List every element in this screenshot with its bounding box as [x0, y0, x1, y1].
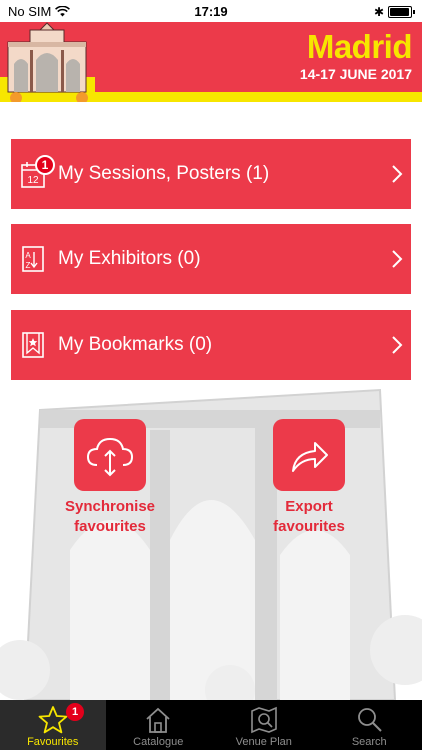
synchronise-favourites-button[interactable]: Synchronise favourites — [35, 419, 185, 537]
event-dates: 14-17 JUNE 2017 — [299, 66, 412, 82]
chevron-right-icon — [392, 250, 403, 268]
puerta-de-alcala-logo — [0, 22, 95, 102]
chevron-right-icon — [392, 336, 403, 354]
exhibitor-list-icon: A Z — [22, 246, 44, 272]
menu-row-sessions[interactable]: 12 1 My Sessions, Posters (1) — [11, 139, 411, 209]
chevron-right-icon — [392, 165, 403, 183]
tab-bar: 1 Favourites Catalogue Venue Plan Search — [0, 700, 422, 750]
bookmark-icon — [22, 332, 44, 358]
tab-label: Catalogue — [133, 736, 184, 748]
status-time: 17:19 — [194, 4, 228, 19]
menu-row-bookmarks[interactable]: My Bookmarks (0) — [11, 310, 411, 380]
export-tile[interactable] — [273, 419, 345, 491]
star-icon — [38, 706, 68, 734]
sync-tile[interactable] — [74, 419, 146, 491]
svg-text:12: 12 — [27, 175, 39, 186]
export-favourites-button[interactable]: Export favourites — [234, 419, 384, 537]
export-caption-line1: Export — [285, 498, 333, 515]
menu-row-exhibitors[interactable]: A Z My Exhibitors (0) — [11, 224, 411, 294]
svg-text:Z: Z — [26, 261, 31, 270]
map-search-icon — [250, 706, 277, 734]
menu-row-label: My Exhibitors (0) — [58, 248, 201, 269]
tab-catalogue[interactable]: Catalogue — [106, 700, 212, 750]
tab-label: Favourites — [27, 736, 79, 748]
sessions-badge: 1 — [35, 155, 55, 175]
menu-row-label: My Bookmarks (0) — [58, 334, 213, 355]
tab-venue-plan[interactable]: Venue Plan — [211, 700, 317, 750]
favourites-badge: 1 — [66, 703, 84, 721]
tab-favourites[interactable]: 1 Favourites — [0, 700, 106, 750]
cloud-sync-icon — [86, 437, 134, 477]
tab-label: Search — [351, 736, 387, 748]
home-icon — [146, 707, 170, 733]
tab-search[interactable]: Search — [317, 700, 422, 750]
bluetooth-icon: ✱ — [373, 5, 384, 19]
sync-caption-line2: favourites — [74, 518, 146, 535]
svg-text:A: A — [25, 251, 31, 260]
city-title: Madrid — [306, 28, 413, 65]
tab-label: Venue Plan — [235, 736, 292, 748]
sync-caption-line1: Synchronise — [64, 498, 156, 515]
status-bar: No SIM 17:19 ✱ — [0, 0, 422, 22]
battery-icon — [388, 6, 412, 18]
share-arrow-icon — [292, 442, 328, 472]
search-icon — [358, 708, 382, 732]
battery-indicator: ✱ — [374, 5, 415, 19]
export-caption-line2: favourites — [273, 518, 345, 535]
menu-row-label: My Sessions, Posters (1) — [58, 163, 270, 184]
